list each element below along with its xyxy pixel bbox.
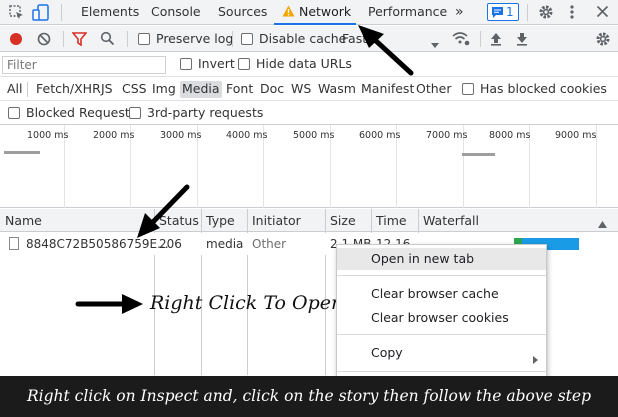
menu-item-open-in-new-tab[interactable]: Open in new tab xyxy=(337,248,546,270)
arrow-to-network-tab-icon xyxy=(358,25,414,76)
submenu-arrow-icon xyxy=(533,349,538,364)
annotation-right-click-text: Right Click To Open xyxy=(150,292,344,314)
menu-item-clear-browser-cookies[interactable]: Clear browser cookies xyxy=(337,307,546,329)
caption-text: Right click on Inspect and, click on the… xyxy=(26,387,592,405)
menu-item-clear-browser-cache[interactable]: Clear browser cache xyxy=(337,283,546,305)
arrow-right-icon xyxy=(75,294,143,314)
menu-item-copy-label: Copy xyxy=(371,345,403,360)
menu-item-copy[interactable]: Copy xyxy=(337,342,546,364)
context-menu: Open in new tab Clear browser cache Clea… xyxy=(336,244,547,384)
caption-bar: Right click on Inspect and, click on the… xyxy=(0,376,618,417)
arrow-to-request-row-icon xyxy=(137,184,190,238)
